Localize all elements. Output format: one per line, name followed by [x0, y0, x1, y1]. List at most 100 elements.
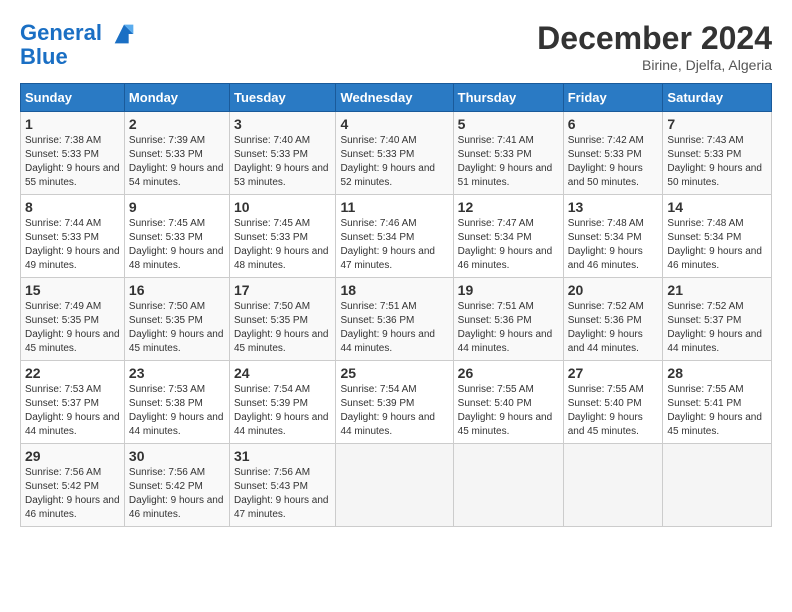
day-number: 13: [568, 199, 659, 215]
column-header-tuesday: Tuesday: [229, 84, 335, 112]
column-header-thursday: Thursday: [453, 84, 563, 112]
calendar-cell: 27 Sunrise: 7:55 AM Sunset: 5:40 PM Dayl…: [563, 361, 663, 444]
day-info: Sunrise: 7:40 AM Sunset: 5:33 PM Dayligh…: [340, 134, 448, 190]
calendar-cell: 8 Sunrise: 7:44 AM Sunset: 5:33 PM Dayli…: [21, 195, 125, 278]
day-number: 25: [340, 365, 448, 381]
day-number: 10: [234, 199, 331, 215]
day-info: Sunrise: 7:54 AM Sunset: 5:39 PM Dayligh…: [340, 383, 448, 439]
calendar-cell: 25 Sunrise: 7:54 AM Sunset: 5:39 PM Dayl…: [336, 361, 453, 444]
day-number: 12: [458, 199, 559, 215]
day-info: Sunrise: 7:45 AM Sunset: 5:33 PM Dayligh…: [234, 217, 331, 273]
title-block: December 2024 Birine, Djelfa, Algeria: [537, 20, 772, 73]
column-header-saturday: Saturday: [663, 84, 772, 112]
calendar-cell: 12 Sunrise: 7:47 AM Sunset: 5:34 PM Dayl…: [453, 195, 563, 278]
day-number: 2: [129, 116, 225, 132]
calendar-cell: 2 Sunrise: 7:39 AM Sunset: 5:33 PM Dayli…: [124, 112, 229, 195]
day-number: 6: [568, 116, 659, 132]
calendar-cell: 1 Sunrise: 7:38 AM Sunset: 5:33 PM Dayli…: [21, 112, 125, 195]
calendar-cell: 18 Sunrise: 7:51 AM Sunset: 5:36 PM Dayl…: [336, 278, 453, 361]
calendar-cell: 26 Sunrise: 7:55 AM Sunset: 5:40 PM Dayl…: [453, 361, 563, 444]
day-number: 28: [667, 365, 767, 381]
calendar-cell: [563, 444, 663, 527]
day-number: 3: [234, 116, 331, 132]
page-header: General Blue December 2024 Birine, Djelf…: [20, 20, 772, 73]
calendar-cell: 30 Sunrise: 7:56 AM Sunset: 5:42 PM Dayl…: [124, 444, 229, 527]
day-info: Sunrise: 7:55 AM Sunset: 5:40 PM Dayligh…: [458, 383, 559, 439]
calendar-week-row: 8 Sunrise: 7:44 AM Sunset: 5:33 PM Dayli…: [21, 195, 772, 278]
day-info: Sunrise: 7:56 AM Sunset: 5:42 PM Dayligh…: [25, 466, 120, 522]
calendar-header-row: SundayMondayTuesdayWednesdayThursdayFrid…: [21, 84, 772, 112]
column-header-wednesday: Wednesday: [336, 84, 453, 112]
calendar-cell: 22 Sunrise: 7:53 AM Sunset: 5:37 PM Dayl…: [21, 361, 125, 444]
day-info: Sunrise: 7:51 AM Sunset: 5:36 PM Dayligh…: [340, 300, 448, 356]
calendar-cell: 11 Sunrise: 7:46 AM Sunset: 5:34 PM Dayl…: [336, 195, 453, 278]
day-info: Sunrise: 7:51 AM Sunset: 5:36 PM Dayligh…: [458, 300, 559, 356]
day-info: Sunrise: 7:39 AM Sunset: 5:33 PM Dayligh…: [129, 134, 225, 190]
calendar-cell: 23 Sunrise: 7:53 AM Sunset: 5:38 PM Dayl…: [124, 361, 229, 444]
day-info: Sunrise: 7:56 AM Sunset: 5:43 PM Dayligh…: [234, 466, 331, 522]
day-info: Sunrise: 7:55 AM Sunset: 5:40 PM Dayligh…: [568, 383, 659, 439]
day-number: 8: [25, 199, 120, 215]
day-number: 24: [234, 365, 331, 381]
day-info: Sunrise: 7:49 AM Sunset: 5:35 PM Dayligh…: [25, 300, 120, 356]
calendar-cell: 14 Sunrise: 7:48 AM Sunset: 5:34 PM Dayl…: [663, 195, 772, 278]
day-number: 7: [667, 116, 767, 132]
day-info: Sunrise: 7:38 AM Sunset: 5:33 PM Dayligh…: [25, 134, 120, 190]
day-number: 27: [568, 365, 659, 381]
calendar-cell: 28 Sunrise: 7:55 AM Sunset: 5:41 PM Dayl…: [663, 361, 772, 444]
calendar-cell: 5 Sunrise: 7:41 AM Sunset: 5:33 PM Dayli…: [453, 112, 563, 195]
day-number: 15: [25, 282, 120, 298]
day-number: 4: [340, 116, 448, 132]
calendar-cell: [336, 444, 453, 527]
calendar-week-row: 1 Sunrise: 7:38 AM Sunset: 5:33 PM Dayli…: [21, 112, 772, 195]
calendar-week-row: 15 Sunrise: 7:49 AM Sunset: 5:35 PM Dayl…: [21, 278, 772, 361]
logo: General Blue: [20, 20, 138, 70]
day-info: Sunrise: 7:52 AM Sunset: 5:37 PM Dayligh…: [667, 300, 767, 356]
day-number: 1: [25, 116, 120, 132]
day-info: Sunrise: 7:53 AM Sunset: 5:38 PM Dayligh…: [129, 383, 225, 439]
calendar-table: SundayMondayTuesdayWednesdayThursdayFrid…: [20, 83, 772, 527]
location-subtitle: Birine, Djelfa, Algeria: [537, 57, 772, 73]
day-number: 9: [129, 199, 225, 215]
day-info: Sunrise: 7:41 AM Sunset: 5:33 PM Dayligh…: [458, 134, 559, 190]
calendar-cell: 4 Sunrise: 7:40 AM Sunset: 5:33 PM Dayli…: [336, 112, 453, 195]
day-number: 19: [458, 282, 559, 298]
calendar-cell: 15 Sunrise: 7:49 AM Sunset: 5:35 PM Dayl…: [21, 278, 125, 361]
day-number: 23: [129, 365, 225, 381]
day-number: 26: [458, 365, 559, 381]
day-number: 5: [458, 116, 559, 132]
day-info: Sunrise: 7:50 AM Sunset: 5:35 PM Dayligh…: [234, 300, 331, 356]
column-header-friday: Friday: [563, 84, 663, 112]
day-number: 17: [234, 282, 331, 298]
month-title: December 2024: [537, 20, 772, 57]
calendar-cell: 21 Sunrise: 7:52 AM Sunset: 5:37 PM Dayl…: [663, 278, 772, 361]
day-info: Sunrise: 7:47 AM Sunset: 5:34 PM Dayligh…: [458, 217, 559, 273]
calendar-cell: 3 Sunrise: 7:40 AM Sunset: 5:33 PM Dayli…: [229, 112, 335, 195]
day-info: Sunrise: 7:50 AM Sunset: 5:35 PM Dayligh…: [129, 300, 225, 356]
day-info: Sunrise: 7:56 AM Sunset: 5:42 PM Dayligh…: [129, 466, 225, 522]
day-number: 20: [568, 282, 659, 298]
calendar-cell: 9 Sunrise: 7:45 AM Sunset: 5:33 PM Dayli…: [124, 195, 229, 278]
day-info: Sunrise: 7:45 AM Sunset: 5:33 PM Dayligh…: [129, 217, 225, 273]
calendar-week-row: 22 Sunrise: 7:53 AM Sunset: 5:37 PM Dayl…: [21, 361, 772, 444]
calendar-week-row: 29 Sunrise: 7:56 AM Sunset: 5:42 PM Dayl…: [21, 444, 772, 527]
day-info: Sunrise: 7:48 AM Sunset: 5:34 PM Dayligh…: [568, 217, 659, 273]
calendar-cell: 10 Sunrise: 7:45 AM Sunset: 5:33 PM Dayl…: [229, 195, 335, 278]
day-info: Sunrise: 7:52 AM Sunset: 5:36 PM Dayligh…: [568, 300, 659, 356]
day-info: Sunrise: 7:46 AM Sunset: 5:34 PM Dayligh…: [340, 217, 448, 273]
day-number: 31: [234, 448, 331, 464]
day-info: Sunrise: 7:43 AM Sunset: 5:33 PM Dayligh…: [667, 134, 767, 190]
day-info: Sunrise: 7:54 AM Sunset: 5:39 PM Dayligh…: [234, 383, 331, 439]
day-number: 14: [667, 199, 767, 215]
calendar-cell: 16 Sunrise: 7:50 AM Sunset: 5:35 PM Dayl…: [124, 278, 229, 361]
day-info: Sunrise: 7:44 AM Sunset: 5:33 PM Dayligh…: [25, 217, 120, 273]
day-info: Sunrise: 7:55 AM Sunset: 5:41 PM Dayligh…: [667, 383, 767, 439]
day-info: Sunrise: 7:40 AM Sunset: 5:33 PM Dayligh…: [234, 134, 331, 190]
day-number: 11: [340, 199, 448, 215]
calendar-cell: 24 Sunrise: 7:54 AM Sunset: 5:39 PM Dayl…: [229, 361, 335, 444]
calendar-cell: 20 Sunrise: 7:52 AM Sunset: 5:36 PM Dayl…: [563, 278, 663, 361]
column-header-sunday: Sunday: [21, 84, 125, 112]
calendar-cell: 13 Sunrise: 7:48 AM Sunset: 5:34 PM Dayl…: [563, 195, 663, 278]
day-number: 16: [129, 282, 225, 298]
day-number: 21: [667, 282, 767, 298]
